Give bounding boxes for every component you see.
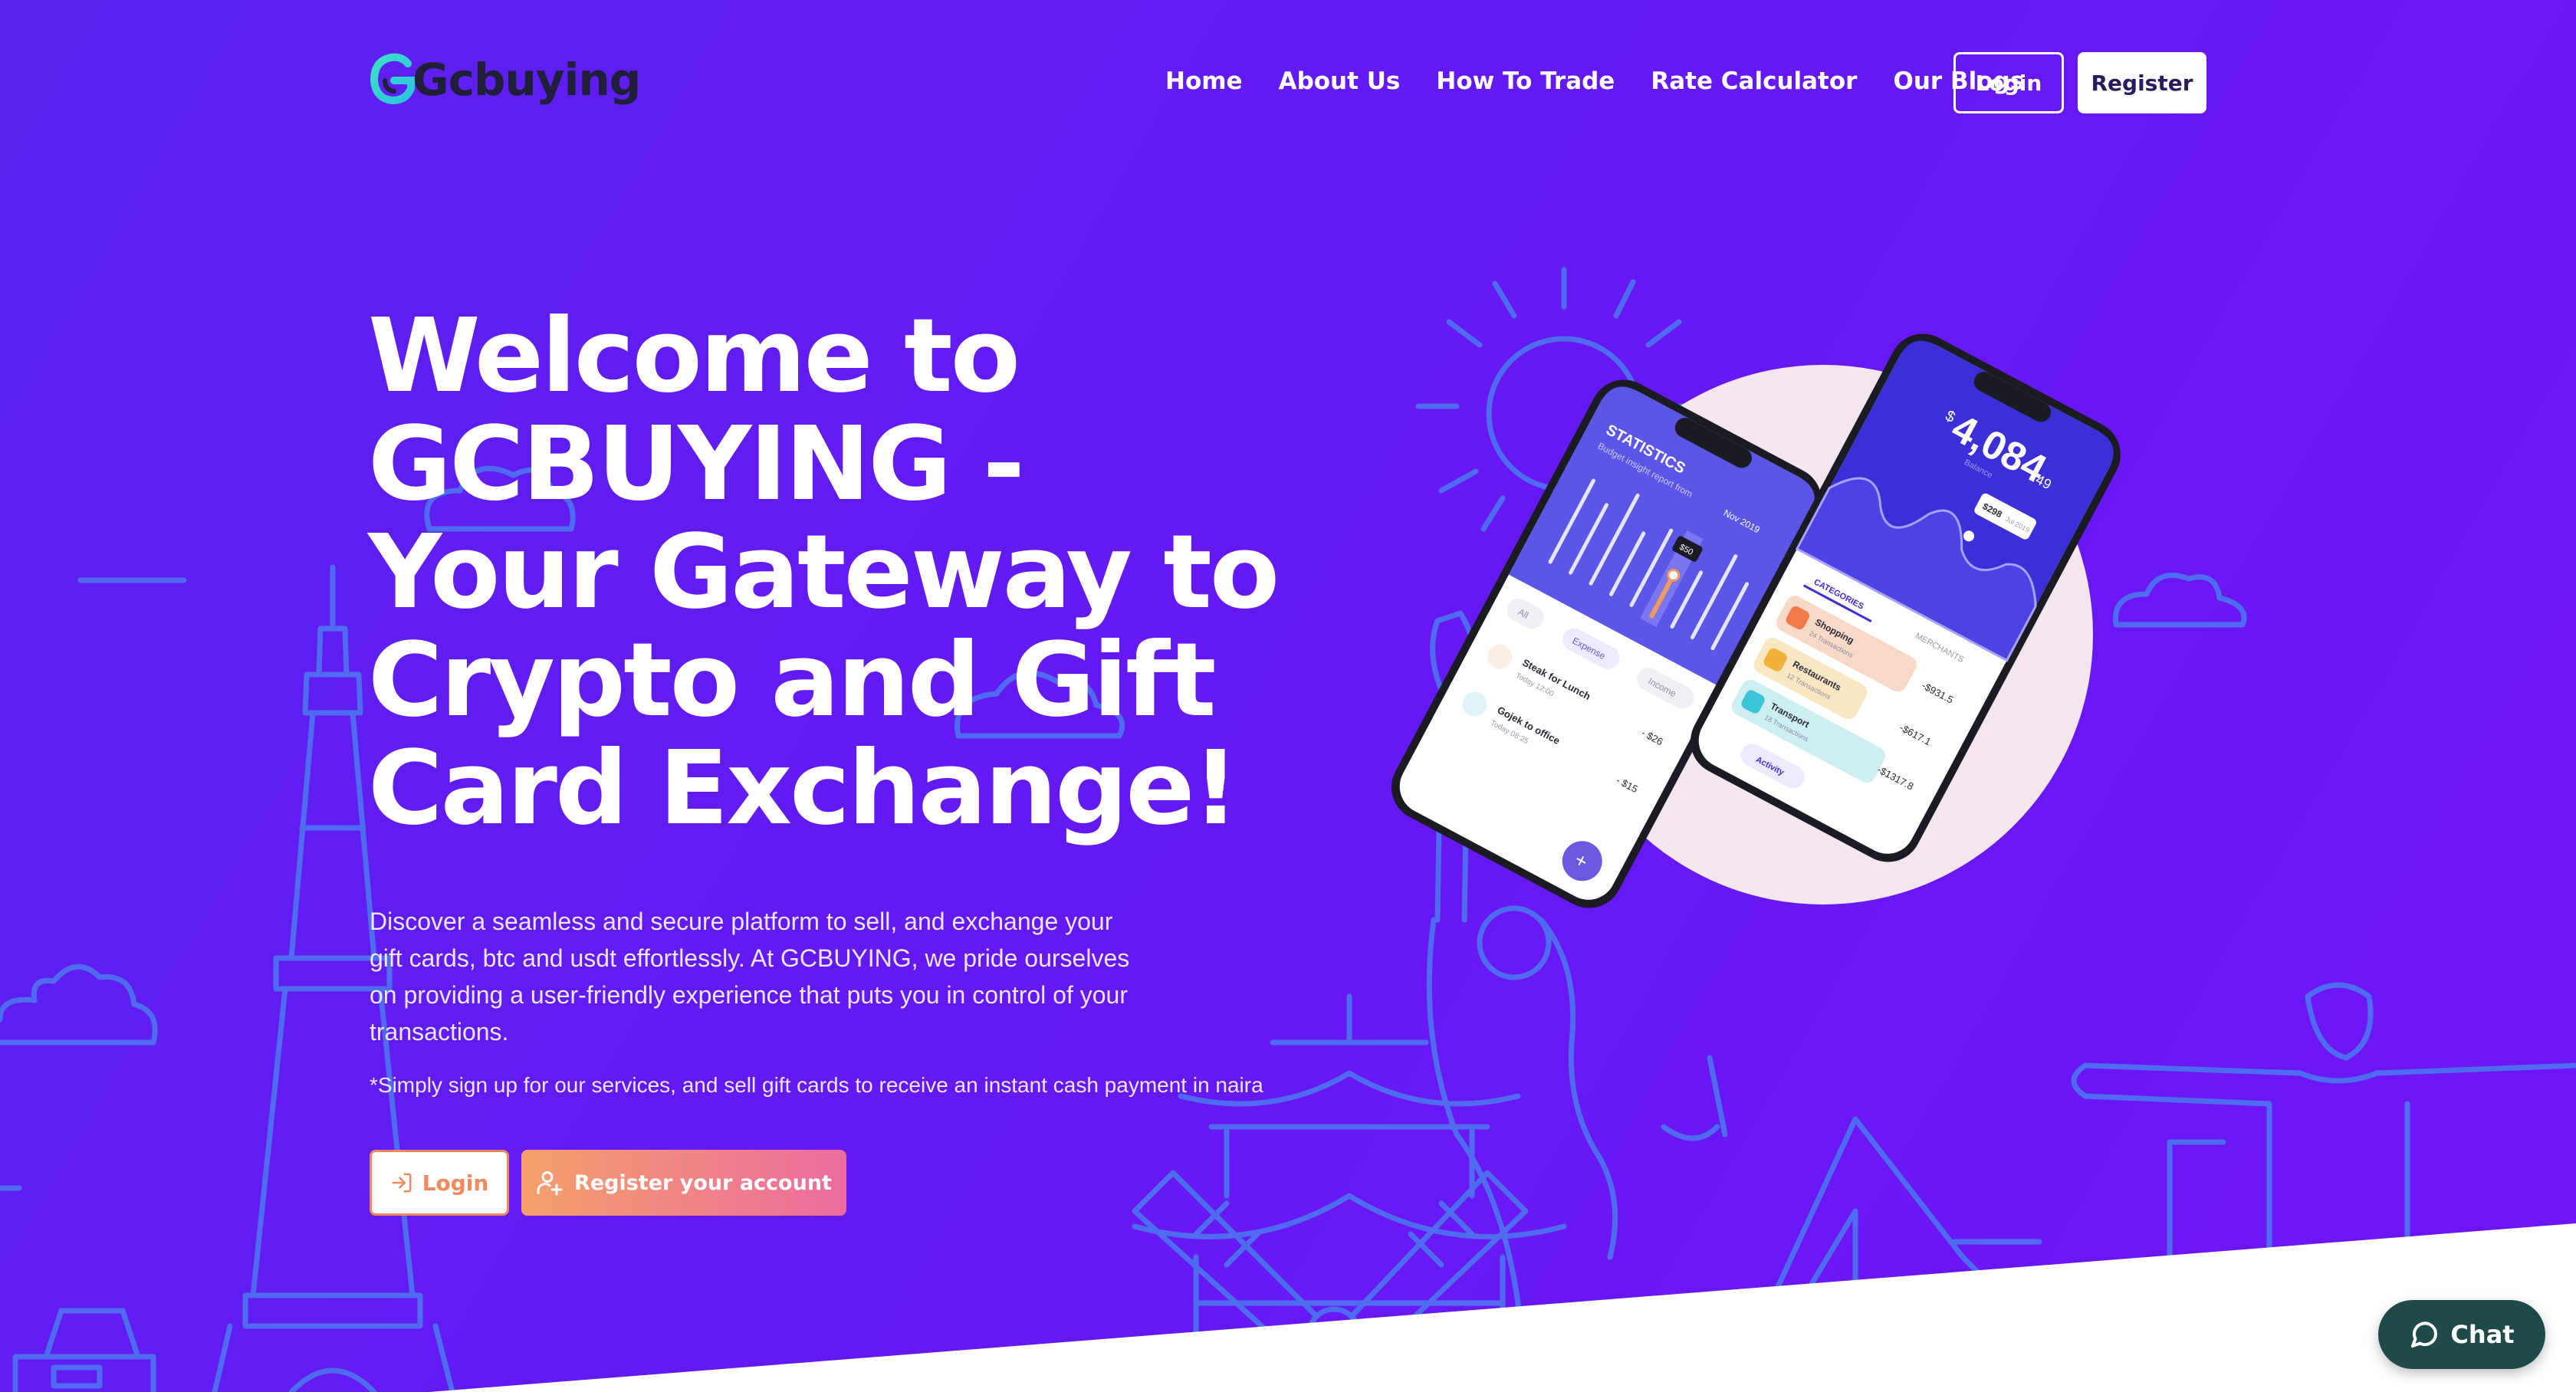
logo-mark-icon <box>370 53 415 105</box>
headline-line: Card Exchange! <box>368 730 1239 848</box>
chat-bubble-icon <box>2411 1321 2438 1348</box>
hero-section: Gcbuying Home About Us How To Trade Rate… <box>0 0 2576 1392</box>
logo-text: Gcbuying <box>412 54 641 106</box>
brand-logo[interactable]: Gcbuying <box>368 49 641 110</box>
nav-about-us[interactable]: About Us <box>1279 67 1401 95</box>
hero-note: *Simply sign up for our services, and se… <box>370 1073 1263 1097</box>
hero-description: Discover a seamless and secure platform … <box>370 908 1130 1046</box>
app-phones-illustration: STATISTICS Budget insight report from No… <box>1392 333 2121 908</box>
main-nav: Home About Us How To Trade Rate Calculat… <box>1165 51 2060 112</box>
nav-rate-calculator[interactable]: Rate Calculator <box>1651 67 1857 95</box>
nav-home[interactable]: Home <box>1165 67 1243 95</box>
login-icon <box>392 1173 412 1193</box>
chat-widget-button[interactable]: Chat <box>2378 1300 2545 1369</box>
add-user-icon <box>537 1171 563 1196</box>
hero-login-label: Login <box>422 1170 489 1196</box>
hero-register-label: Register your account <box>574 1170 832 1195</box>
headline-line: GCBUYING - <box>368 405 1025 524</box>
headline-line: Your Gateway to <box>368 514 1280 632</box>
nav-how-to-trade[interactable]: How To Trade <box>1436 67 1615 95</box>
hero-login-button[interactable]: Login <box>370 1150 509 1216</box>
hero-headline: Welcome to GCBUYING - Your Gateway to Cr… <box>368 303 1288 843</box>
headline-line: Welcome to <box>368 297 1020 415</box>
header-login-button[interactable]: Login <box>1953 52 2064 113</box>
headline-line: Crypto and Gift <box>368 622 1217 740</box>
hero-register-button[interactable]: Register your account <box>521 1150 846 1216</box>
header-register-button[interactable]: Register <box>2078 52 2206 113</box>
chat-label: Chat <box>2450 1320 2515 1349</box>
